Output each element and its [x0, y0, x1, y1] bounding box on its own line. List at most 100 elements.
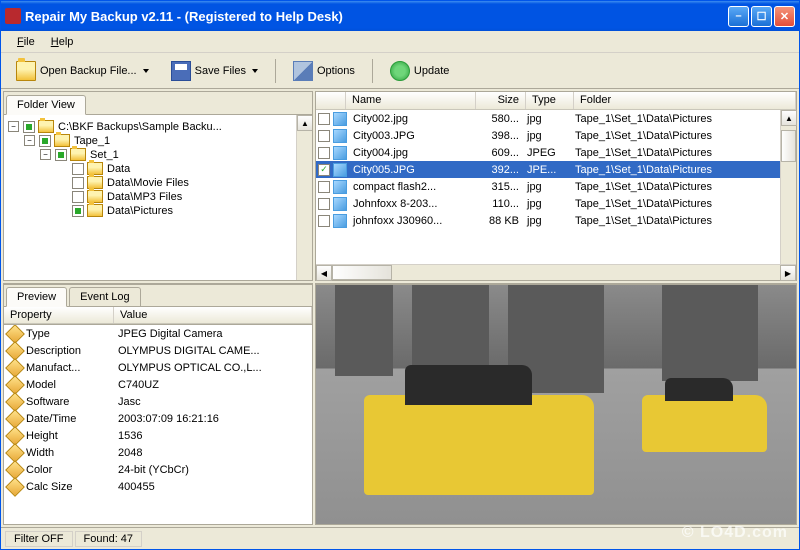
row-checkbox[interactable] [318, 181, 330, 193]
scroll-thumb[interactable] [332, 265, 392, 280]
property-row[interactable]: Date/Time2003:07:09 16:21:16 [4, 410, 312, 427]
vertical-scrollbar[interactable]: ▲ [296, 115, 312, 280]
folder-tree[interactable]: − C:\BKF Backups\Sample Backu... − Tape_… [4, 114, 312, 280]
cell-name: johnfoxx J30960... [349, 215, 473, 227]
list-row[interactable]: City005.JPG392...JPE...Tape_1\Set_1\Data… [316, 161, 796, 178]
preview-image-content [316, 285, 796, 524]
property-row[interactable]: ModelC740UZ [4, 376, 312, 393]
list-row[interactable]: City004.jpg609...JPEGTape_1\Set_1\Data\P… [316, 144, 796, 161]
tree-checkbox[interactable] [39, 135, 51, 147]
cell-size: 398... [473, 130, 523, 142]
property-row[interactable]: Height1536 [4, 427, 312, 444]
open-backup-button[interactable]: Open Backup File... [7, 56, 158, 86]
scroll-right-button[interactable]: ▶ [780, 265, 796, 281]
tree-label: C:\BKF Backups\Sample Backu... [58, 121, 222, 133]
tree-item[interactable]: Data [8, 162, 308, 175]
row-checkbox[interactable] [318, 113, 330, 125]
vertical-scrollbar[interactable]: ▲ [780, 110, 796, 264]
tree-label: Tape_1 [74, 135, 110, 147]
status-filter: Filter OFF [5, 531, 73, 547]
tree-item[interactable]: Data\MP3 Files [8, 190, 308, 203]
properties-list[interactable]: TypeJPEG Digital CameraDescriptionOLYMPU… [4, 324, 312, 524]
list-row[interactable]: compact flash2...315...jpgTape_1\Set_1\D… [316, 178, 796, 195]
scroll-up-button[interactable]: ▲ [781, 110, 797, 126]
file-icon [333, 146, 347, 160]
col-name[interactable]: Name [346, 92, 476, 109]
col-property[interactable]: Property [4, 307, 114, 323]
tree-label: Data\MP3 Files [107, 191, 182, 203]
row-checkbox[interactable] [318, 215, 330, 227]
folder-icon [38, 120, 54, 133]
cell-type: JPEG [523, 147, 571, 159]
property-row[interactable]: Color24-bit (YCbCr) [4, 461, 312, 478]
property-row[interactable]: Manufact...OLYMPUS OPTICAL CO.,L... [4, 359, 312, 376]
cell-size: 315... [473, 181, 523, 193]
property-row[interactable]: SoftwareJasc [4, 393, 312, 410]
tab-event-log[interactable]: Event Log [69, 287, 141, 306]
tree-item[interactable]: − Tape_1 [8, 134, 308, 147]
tree-checkbox[interactable] [72, 163, 84, 175]
row-checkbox[interactable] [318, 147, 330, 159]
tree-item[interactable]: − Set_1 [8, 148, 308, 161]
tree-item[interactable]: Data\Movie Files [8, 176, 308, 189]
update-icon [390, 61, 410, 81]
collapse-icon[interactable]: − [24, 135, 35, 146]
cell-folder: Tape_1\Set_1\Data\Pictures [571, 113, 796, 125]
file-list[interactable]: City002.jpg580...jpgTape_1\Set_1\Data\Pi… [316, 110, 796, 280]
folder-icon [87, 204, 103, 217]
property-row[interactable]: Calc Size400455 [4, 478, 312, 495]
col-type[interactable]: Type [526, 92, 574, 109]
image-preview-pane [315, 283, 797, 525]
property-name: Type [26, 328, 118, 340]
tree-checkbox[interactable] [55, 149, 67, 161]
col-folder[interactable]: Folder [574, 92, 796, 109]
tree-item[interactable]: Data\Pictures [8, 204, 308, 217]
menu-file[interactable]: File [9, 34, 43, 50]
collapse-icon[interactable]: − [8, 121, 19, 132]
options-button[interactable]: Options [284, 56, 364, 86]
property-value: 2048 [118, 447, 312, 459]
col-size[interactable]: Size [476, 92, 526, 109]
collapse-icon[interactable]: − [40, 149, 51, 160]
scroll-thumb[interactable] [781, 130, 796, 162]
property-value: OLYMPUS OPTICAL CO.,L... [118, 362, 312, 374]
property-row[interactable]: Width2048 [4, 444, 312, 461]
tree-checkbox[interactable] [72, 191, 84, 203]
menu-help[interactable]: Help [43, 34, 82, 50]
row-checkbox[interactable] [318, 164, 330, 176]
window-title: Repair My Backup v2.11 - (Registered to … [25, 9, 728, 24]
close-button[interactable]: ✕ [774, 6, 795, 27]
tree-checkbox[interactable] [23, 121, 35, 133]
col-check[interactable] [316, 92, 346, 109]
property-name: Height [26, 430, 118, 442]
titlebar[interactable]: Repair My Backup v2.11 - (Registered to … [1, 1, 799, 31]
list-row[interactable]: City003.JPG398...jpgTape_1\Set_1\Data\Pi… [316, 127, 796, 144]
cell-size: 609... [473, 147, 523, 159]
tree-item-root[interactable]: − C:\BKF Backups\Sample Backu... [8, 120, 308, 133]
cell-folder: Tape_1\Set_1\Data\Pictures [571, 164, 796, 176]
statusbar: Filter OFF Found: 47 [1, 527, 799, 549]
row-checkbox[interactable] [318, 198, 330, 210]
horizontal-scrollbar[interactable]: ◀ ▶ [316, 264, 796, 280]
tree-checkbox[interactable] [72, 205, 84, 217]
list-row[interactable]: johnfoxx J30960...88 KBjpgTape_1\Set_1\D… [316, 212, 796, 229]
tab-folder-view[interactable]: Folder View [6, 95, 86, 115]
tab-preview[interactable]: Preview [6, 287, 67, 307]
property-row[interactable]: DescriptionOLYMPUS DIGITAL CAME... [4, 342, 312, 359]
list-row[interactable]: Johnfoxx 8-203...110...jpgTape_1\Set_1\D… [316, 195, 796, 212]
tree-checkbox[interactable] [72, 177, 84, 189]
folder-tree-pane: Folder View − C:\BKF Backups\Sample Back… [3, 91, 313, 281]
property-row[interactable]: TypeJPEG Digital Camera [4, 325, 312, 342]
image-preview [316, 284, 796, 524]
minimize-button[interactable]: – [728, 6, 749, 27]
cell-name: City003.JPG [349, 130, 473, 142]
list-row[interactable]: City002.jpg580...jpgTape_1\Set_1\Data\Pi… [316, 110, 796, 127]
maximize-button[interactable]: ☐ [751, 6, 772, 27]
scroll-left-button[interactable]: ◀ [316, 265, 332, 281]
file-icon [333, 163, 347, 177]
update-button[interactable]: Update [381, 56, 458, 86]
row-checkbox[interactable] [318, 130, 330, 142]
scroll-up-button[interactable]: ▲ [297, 115, 312, 131]
save-files-button[interactable]: Save Files [162, 56, 267, 86]
col-value[interactable]: Value [114, 307, 312, 323]
